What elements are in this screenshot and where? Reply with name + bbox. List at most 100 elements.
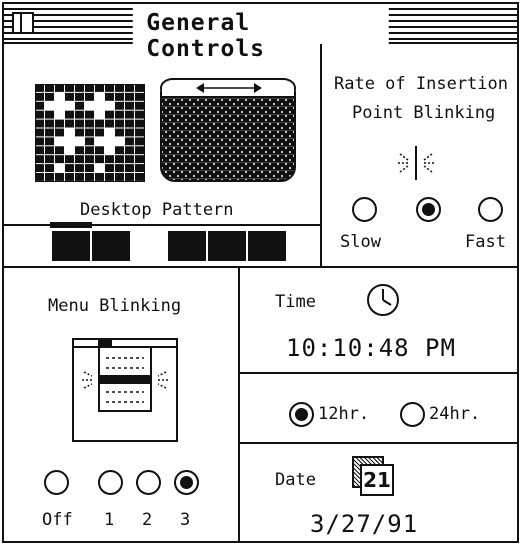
pattern-cell[interactable]	[35, 119, 44, 128]
pattern-cell[interactable]	[125, 119, 134, 128]
pattern-cell[interactable]	[55, 84, 64, 92]
pattern-cell[interactable]	[75, 110, 84, 119]
menu-blink-1-radio[interactable]	[98, 470, 123, 495]
pattern-cell[interactable]	[65, 137, 74, 146]
pattern-cell[interactable]	[55, 92, 64, 101]
pattern-cell[interactable]	[65, 92, 74, 101]
pattern-swatch[interactable]	[208, 231, 246, 261]
pattern-cell[interactable]	[55, 101, 64, 110]
pattern-cell[interactable]	[85, 92, 94, 101]
blink-rate-slow-radio[interactable]	[352, 197, 377, 222]
pattern-cell[interactable]	[115, 173, 124, 181]
pattern-cell[interactable]	[85, 128, 94, 137]
pattern-cell[interactable]	[65, 101, 74, 110]
pattern-preview[interactable]	[160, 78, 296, 182]
pattern-cell[interactable]	[65, 173, 74, 181]
pattern-cell[interactable]	[95, 101, 104, 110]
pattern-cell[interactable]	[105, 110, 114, 119]
pattern-cell[interactable]	[65, 119, 74, 128]
pattern-cell[interactable]	[105, 101, 114, 110]
pattern-cell[interactable]	[95, 146, 104, 155]
pattern-cell[interactable]	[35, 137, 44, 146]
pattern-cell[interactable]	[135, 155, 144, 164]
pattern-cell[interactable]	[45, 155, 54, 164]
format-12hr-radio[interactable]	[289, 402, 314, 427]
pattern-cell[interactable]	[115, 101, 124, 110]
pattern-cell[interactable]	[115, 146, 124, 155]
pattern-cell[interactable]	[35, 101, 44, 110]
pattern-cell[interactable]	[85, 146, 94, 155]
pattern-cell[interactable]	[55, 173, 64, 181]
pattern-cell[interactable]	[125, 110, 134, 119]
pattern-cell[interactable]	[85, 101, 94, 110]
pattern-cell[interactable]	[95, 164, 104, 172]
pattern-cell[interactable]	[125, 92, 134, 101]
pattern-cell[interactable]	[95, 155, 104, 164]
format-24hr-radio[interactable]	[400, 402, 425, 427]
date-value[interactable]: 3/27/91	[310, 510, 418, 538]
pattern-cell[interactable]	[125, 173, 134, 181]
pattern-cell[interactable]	[135, 84, 144, 92]
pattern-cell[interactable]	[85, 84, 94, 92]
pattern-cell[interactable]	[55, 164, 64, 172]
pattern-swatch[interactable]	[92, 231, 130, 261]
pattern-cell[interactable]	[135, 164, 144, 172]
pattern-cell[interactable]	[95, 137, 104, 146]
pattern-cell[interactable]	[45, 92, 54, 101]
time-value[interactable]: 10:10:48 PM	[286, 334, 456, 362]
pattern-cell[interactable]	[65, 128, 74, 137]
pattern-swatch[interactable]	[168, 231, 206, 261]
pattern-cell[interactable]	[55, 119, 64, 128]
blink-rate-medium-radio[interactable]	[416, 197, 441, 222]
pattern-cell[interactable]	[45, 146, 54, 155]
pattern-cell[interactable]	[125, 84, 134, 92]
pattern-cell[interactable]	[105, 137, 114, 146]
pattern-cell[interactable]	[135, 128, 144, 137]
pattern-cell[interactable]	[85, 110, 94, 119]
pattern-cell[interactable]	[45, 101, 54, 110]
pattern-cell[interactable]	[65, 155, 74, 164]
pattern-cell[interactable]	[105, 92, 114, 101]
pattern-cell[interactable]	[135, 173, 144, 181]
pattern-cell[interactable]	[45, 128, 54, 137]
pattern-cell[interactable]	[55, 110, 64, 119]
pattern-editor[interactable]	[35, 84, 145, 182]
pattern-cell[interactable]	[125, 128, 134, 137]
pattern-cell[interactable]	[85, 164, 94, 172]
pattern-cell[interactable]	[85, 173, 94, 181]
pattern-cell[interactable]	[75, 137, 84, 146]
pattern-cell[interactable]	[65, 164, 74, 172]
title-bar[interactable]: General Controls	[4, 4, 517, 64]
pattern-cell[interactable]	[75, 128, 84, 137]
pattern-cell[interactable]	[35, 164, 44, 172]
pattern-cell[interactable]	[105, 146, 114, 155]
pattern-cell[interactable]	[105, 155, 114, 164]
pattern-cell[interactable]	[35, 155, 44, 164]
pattern-cell[interactable]	[115, 164, 124, 172]
pattern-cell[interactable]	[75, 119, 84, 128]
pattern-cell[interactable]	[125, 146, 134, 155]
pattern-cell[interactable]	[65, 110, 74, 119]
pattern-cell[interactable]	[115, 119, 124, 128]
pattern-cell[interactable]	[135, 146, 144, 155]
pattern-cell[interactable]	[55, 155, 64, 164]
pattern-cell[interactable]	[115, 110, 124, 119]
pattern-cell[interactable]	[115, 137, 124, 146]
pattern-cell[interactable]	[95, 119, 104, 128]
menu-blink-2-radio[interactable]	[136, 470, 161, 495]
pattern-cell[interactable]	[35, 146, 44, 155]
pattern-cell[interactable]	[135, 101, 144, 110]
pattern-cell[interactable]	[85, 155, 94, 164]
pattern-cell[interactable]	[35, 92, 44, 101]
pattern-cell[interactable]	[105, 84, 114, 92]
pattern-cell[interactable]	[125, 155, 134, 164]
pattern-cell[interactable]	[115, 128, 124, 137]
pattern-cell[interactable]	[35, 84, 44, 92]
pattern-cell[interactable]	[75, 101, 84, 110]
pattern-cell[interactable]	[65, 146, 74, 155]
pattern-cell[interactable]	[45, 137, 54, 146]
pattern-cell[interactable]	[135, 119, 144, 128]
pattern-cell[interactable]	[45, 110, 54, 119]
close-box[interactable]	[12, 12, 34, 34]
blink-rate-fast-radio[interactable]	[478, 197, 503, 222]
